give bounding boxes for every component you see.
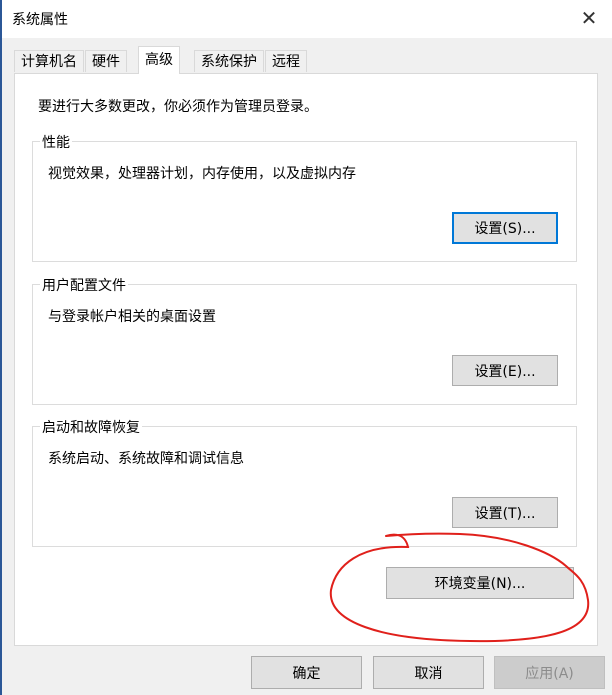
user-profile-group-label: 用户配置文件 (40, 275, 128, 295)
close-icon: ✕ (580, 6, 598, 30)
title-bar[interactable]: 系统属性 ✕ (2, 0, 612, 38)
performance-group-label: 性能 (40, 132, 72, 152)
close-button[interactable]: ✕ (574, 4, 604, 32)
user-profile-group (32, 284, 577, 405)
ok-button[interactable]: 确定 (251, 656, 362, 689)
user-profile-description: 与登录帐户相关的桌面设置 (48, 309, 216, 325)
admin-note: 要进行大多数更改，你必须作为管理员登录。 (38, 99, 318, 115)
tab-advanced[interactable]: 高级 (138, 46, 180, 74)
window-title: 系统属性 (12, 12, 68, 28)
tab-remote[interactable]: 远程 (265, 50, 307, 72)
apply-button[interactable]: 应用(A) (494, 656, 605, 689)
tab-computer-name[interactable]: 计算机名 (14, 50, 84, 72)
startup-recovery-group (32, 426, 577, 547)
performance-description: 视觉效果，处理器计划，内存使用，以及虚拟内存 (48, 166, 356, 182)
tab-hardware[interactable]: 硬件 (85, 50, 127, 72)
cancel-button[interactable]: 取消 (373, 656, 484, 689)
tab-system-protection[interactable]: 系统保护 (194, 50, 264, 72)
startup-recovery-group-label: 启动和故障恢复 (40, 417, 142, 437)
startup-recovery-settings-button[interactable]: 设置(T)... (452, 497, 558, 528)
environment-variables-button[interactable]: 环境变量(N)... (386, 567, 574, 599)
user-profile-settings-button[interactable]: 设置(E)... (452, 355, 558, 386)
startup-recovery-description: 系统启动、系统故障和调试信息 (48, 451, 244, 467)
performance-settings-button[interactable]: 设置(S)... (452, 212, 558, 244)
